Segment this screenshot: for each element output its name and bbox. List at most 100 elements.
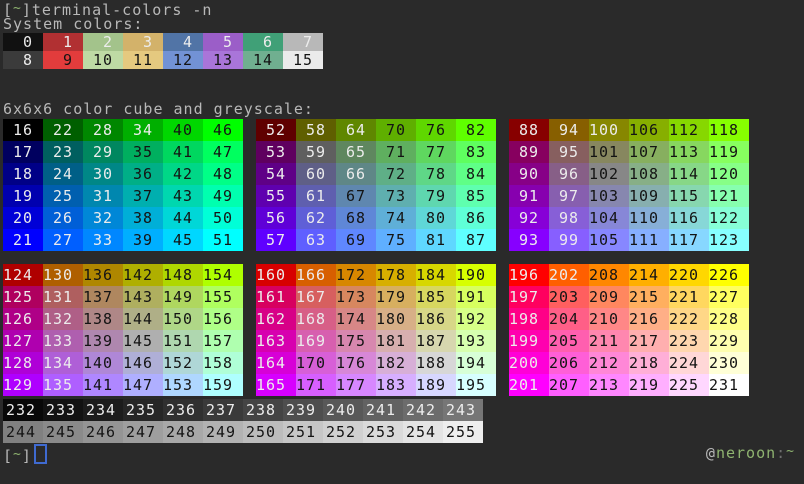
color-cell: 76 [416,119,456,141]
color-cell: 157 [203,330,243,352]
color-cell: 34 [123,119,163,141]
color-cell: 80 [416,207,456,229]
cube-row: 8995101107113119 [509,141,749,163]
color-cell: 6 [243,33,283,51]
color-cell: 138 [83,308,123,330]
color-cell: 245 [43,421,83,443]
color-cell: 57 [256,229,296,251]
color-cell: 143 [123,286,163,308]
color-cell: 175 [336,330,376,352]
color-cell: 121 [709,185,749,207]
color-cell: 22 [43,119,83,141]
color-cell: 140 [83,352,123,374]
terminal-window[interactable]: [~]terminal-colors -n System colors: 012… [0,0,804,484]
cube-row: 9298104110116122 [509,207,749,229]
cube-block-160: 1601661721781841901611671731791851911621… [256,264,496,396]
color-cell: 5 [203,33,243,51]
color-cell: 96 [549,163,589,185]
color-cell: 4 [163,33,203,51]
color-cell: 103 [589,185,629,207]
color-cell: 192 [456,308,496,330]
color-cell: 21 [3,229,43,251]
system-colors-grid: 0123456789101112131415 [3,33,323,69]
color-cell: 114 [669,163,709,185]
color-cell: 221 [669,286,709,308]
cube-row: 201207213219225231 [509,374,749,396]
color-cell: 113 [669,141,709,163]
color-cell: 29 [83,141,123,163]
color-cell: 127 [3,330,43,352]
color-cell: 183 [376,374,416,396]
color-cell: 32 [83,207,123,229]
color-cell: 94 [549,119,589,141]
color-cell: 173 [336,286,376,308]
greyscale-grid: 2322332342352362372382392402412422432442… [3,399,483,443]
cube-row: 196202208214220226 [509,264,749,286]
color-cell: 40 [163,119,203,141]
color-cell: 0 [3,33,43,51]
color-cell: 125 [3,286,43,308]
color-cell: 78 [416,163,456,185]
color-cell: 122 [709,207,749,229]
color-cell: 179 [376,286,416,308]
cube-row: 129135141147153159 [3,374,243,396]
cube-row: 163169175181187193 [256,330,496,352]
color-cell: 107 [629,141,669,163]
color-cell: 158 [203,352,243,374]
color-cell: 230 [709,352,749,374]
color-cell: 124 [3,264,43,286]
color-cell: 205 [549,330,589,352]
color-cell: 231 [709,374,749,396]
color-cell: 35 [123,141,163,163]
color-cell: 217 [629,330,669,352]
color-cell: 15 [283,51,323,69]
color-cell: 73 [376,185,416,207]
color-cell: 109 [629,185,669,207]
cube-row: 182430364248 [3,163,243,185]
cube-row: 9096102108114120 [509,163,749,185]
status-line-right: @neroon:~ [706,444,795,464]
color-cell: 68 [336,207,376,229]
prompt-bracket-close: ] [22,447,32,465]
cube-row: 126132138144150156 [3,308,243,330]
color-cell: 23 [43,141,83,163]
color-cell: 99 [549,229,589,251]
color-cell: 229 [709,330,749,352]
color-cell: 146 [123,352,163,374]
color-cell: 228 [709,308,749,330]
cube-row: 212733394551 [3,229,243,251]
color-cell: 9 [43,51,83,69]
color-cell: 47 [203,141,243,163]
cube-row: 576369758187 [256,229,496,251]
color-cell: 159 [203,374,243,396]
color-cell: 28 [83,119,123,141]
color-cell: 82 [456,119,496,141]
color-cell: 186 [416,308,456,330]
color-cell: 156 [203,308,243,330]
color-cell: 174 [336,308,376,330]
cube-row: 172329354147 [3,141,243,163]
color-cell: 133 [43,330,83,352]
color-cell: 166 [296,264,336,286]
color-cell: 93 [509,229,549,251]
color-cell: 37 [123,185,163,207]
color-cell: 16 [3,119,43,141]
color-cell: 12 [163,51,203,69]
color-cell: 244 [3,421,43,443]
color-cell: 202 [549,264,589,286]
color-cell: 155 [203,286,243,308]
cube-row: 8894100106112118 [509,119,749,141]
color-cell: 136 [83,264,123,286]
color-cell: 63 [296,229,336,251]
color-cell: 206 [549,352,589,374]
color-cell: 226 [709,264,749,286]
prompt-tilde: ~ [13,447,22,462]
color-cell: 198 [509,308,549,330]
color-cell: 95 [549,141,589,163]
color-cell: 165 [256,374,296,396]
color-cell: 149 [163,286,203,308]
color-cell: 20 [3,207,43,229]
color-cell: 195 [456,374,496,396]
color-cell: 134 [43,352,83,374]
greyscale-row: 232233234235236237238239240241242243 [3,399,483,421]
